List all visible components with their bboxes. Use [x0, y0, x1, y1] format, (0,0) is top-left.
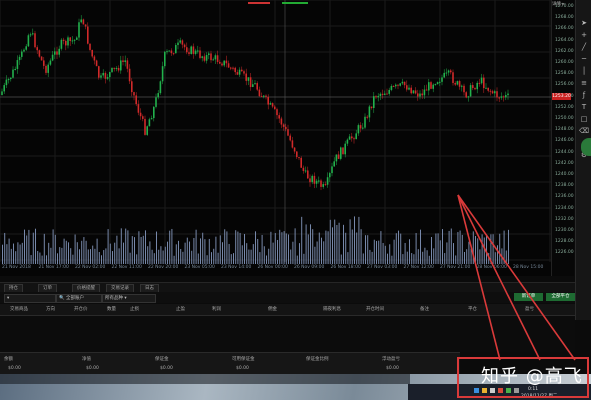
annotation-arrow [457, 194, 501, 361]
annotation-arrows [457, 194, 576, 361]
watermark: 知乎 @高飞 [481, 366, 583, 387]
annotation-arrow [457, 194, 541, 361]
annotation-arrow [457, 194, 576, 361]
